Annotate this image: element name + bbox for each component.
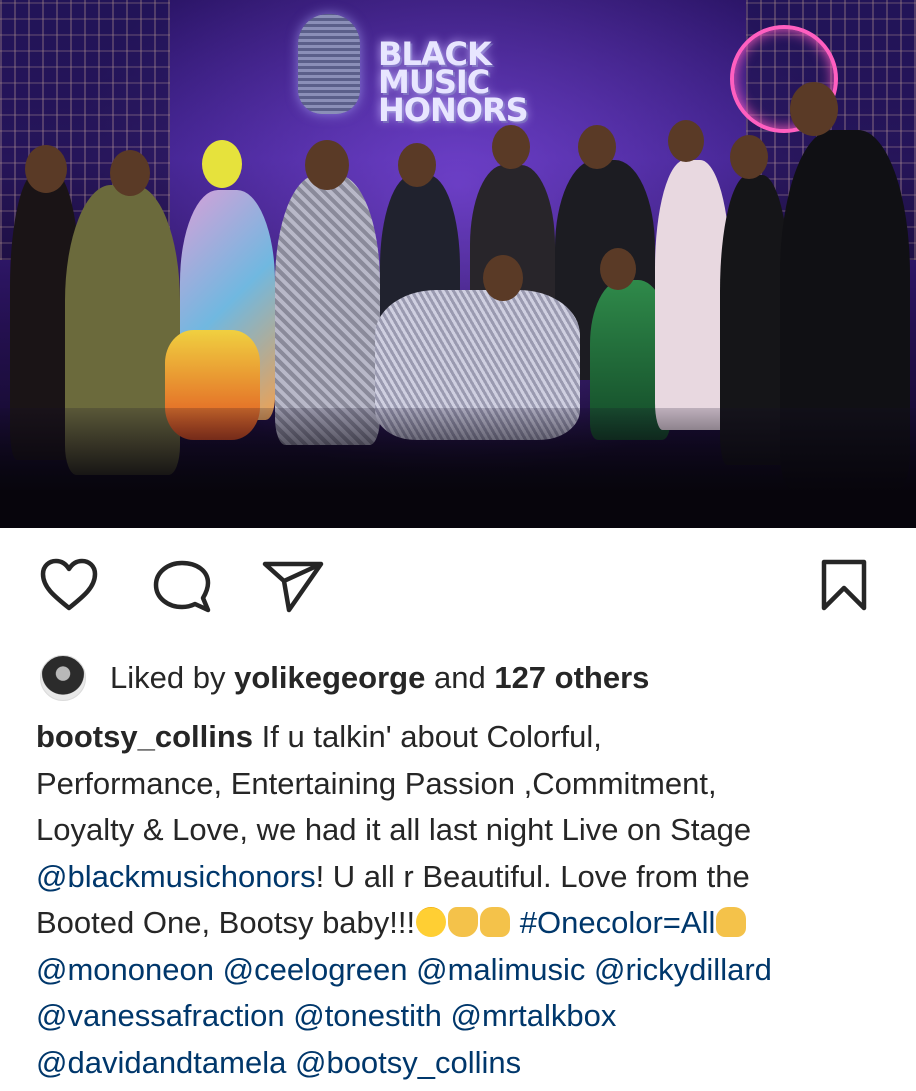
likes-prefix: Liked by	[110, 660, 226, 695]
mention-link[interactable]: @tonestith	[293, 998, 442, 1033]
likes-connector: and	[433, 660, 486, 695]
liker-username[interactable]: yolikegeorge	[234, 660, 425, 696]
share-icon[interactable]	[262, 561, 324, 613]
caption-text: Booted One, Bootsy baby!!!	[36, 905, 416, 940]
comment-icon[interactable]	[153, 560, 211, 616]
post-photo[interactable]: BLACK MUSIC HONORS	[0, 0, 916, 528]
love-you-gesture-emoji	[716, 907, 747, 937]
likes-others-count[interactable]: 127 others	[494, 660, 649, 696]
stage-floor	[0, 408, 916, 528]
caption-text: ! U all r Beautiful. Love from the	[315, 858, 750, 894]
caption-text: Loyalty & Love, we had it all last night…	[36, 812, 752, 847]
love-you-gesture-emoji	[480, 907, 511, 937]
mention-link[interactable]: @malimusic	[416, 952, 585, 987]
caption-text: If u talkin' about Colorful,	[261, 719, 602, 754]
caption-text: Performance, Entertaining Passion ,Commi…	[36, 765, 717, 801]
star-struck-emoji	[416, 907, 447, 937]
mention-link[interactable]: @rickydillard	[594, 952, 772, 987]
mention-link[interactable]: @bootsy_collins	[295, 1045, 521, 1080]
liker-avatar[interactable]	[40, 655, 86, 701]
post-caption: bootsy_collins If u talkin' about Colorf…	[36, 714, 896, 1086]
heart-icon[interactable]	[40, 558, 98, 612]
mention-link[interactable]: @blackmusichonors	[36, 859, 316, 894]
mention-link[interactable]: @vanessafraction	[36, 998, 285, 1033]
caption-username[interactable]: bootsy_collins	[36, 719, 253, 754]
folded-hands-emoji	[448, 907, 479, 937]
mention-link[interactable]: @mrtalkbox	[451, 998, 617, 1033]
likes-summary: Liked by yolikegeorge and 127 others	[40, 655, 649, 701]
mention-link[interactable]: @ceelogreen	[223, 952, 408, 987]
hashtag-link[interactable]: #Onecolor=All	[520, 905, 716, 940]
bookmark-icon[interactable]	[820, 558, 868, 612]
mention-link[interactable]: @mononeon	[36, 952, 214, 987]
mention-link[interactable]: @davidandtamela	[36, 1045, 286, 1080]
